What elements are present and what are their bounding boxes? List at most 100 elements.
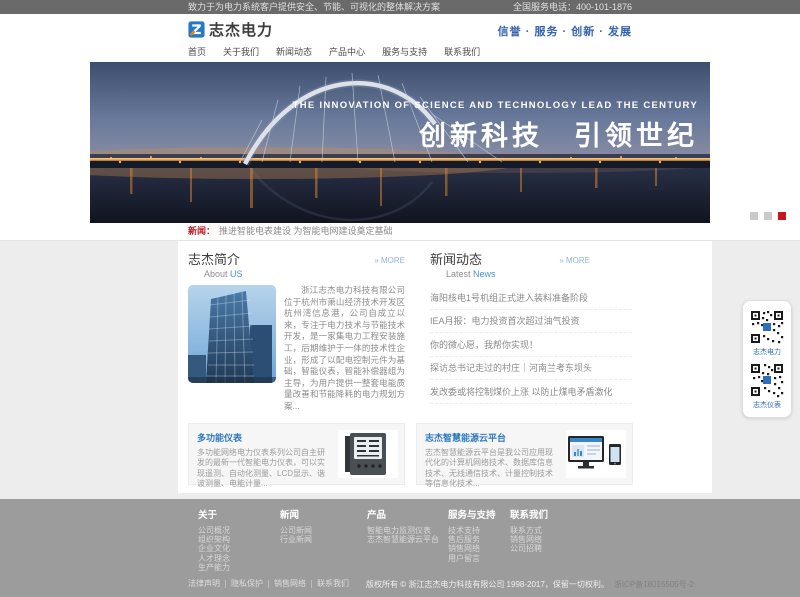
- footer-col-title: 关于: [198, 507, 280, 521]
- main-section: 志杰简介 About US » MORE: [0, 241, 800, 499]
- footer-link[interactable]: 用户留言: [448, 554, 510, 563]
- banner-dot[interactable]: [750, 212, 758, 220]
- nav-item-news[interactable]: 新闻动态: [276, 45, 312, 58]
- footer-link[interactable]: 公司概况: [198, 526, 280, 535]
- about-more-link[interactable]: » MORE: [374, 256, 405, 265]
- main-nav: 首页 关于我们 新闻动态 产品中心 服务与支持 联系我们: [188, 45, 632, 58]
- qr-code: [748, 361, 786, 399]
- nav-item-contact[interactable]: 联系我们: [444, 45, 480, 58]
- footer-link[interactable]: 企业文化: [198, 544, 280, 553]
- qr-item-wechat-power: 志杰电力: [743, 308, 791, 357]
- footer-link[interactable]: 联系方式: [510, 526, 548, 535]
- about-section: 志杰简介 About US » MORE: [188, 249, 405, 413]
- footer-col-title: 产品: [367, 507, 448, 521]
- power-meter-illustration: [338, 430, 398, 478]
- news-subtitle-gray: Latest: [446, 269, 471, 279]
- brand-name: 志杰电力: [209, 19, 273, 40]
- news-ticker: 新闻： 推进智能电表建设 为智能电网建设奠定基础: [0, 223, 800, 241]
- news-list-item[interactable]: 你的微心愿，我帮你实现！: [430, 333, 632, 357]
- news-section: 新闻动态 Latest News » MORE 海阳核电1号机组正式进入装料准备…: [430, 249, 632, 413]
- service-phone: 全国服务电话：400-101-1876: [513, 0, 632, 14]
- nav-item-products[interactable]: 产品中心: [329, 45, 365, 58]
- product-card-cloud-platform[interactable]: 志杰智慧能源云平台 志杰智慧能源云平台是我公司应用现代化的计算机网络技术、数据库…: [416, 423, 633, 485]
- banner-dot-active[interactable]: [778, 212, 786, 220]
- banner-subtitle: THE INNOVATION OF SCIENCE AND TECHNOLOGY…: [293, 100, 698, 111]
- news-more-link[interactable]: » MORE: [559, 256, 590, 265]
- qr-label: 志杰电力: [743, 347, 791, 357]
- logo-icon: [188, 21, 205, 38]
- header: 志杰电力 信誉 · 服务 · 创新 · 发展 首页 关于我们 新闻动态 产品中心…: [0, 14, 800, 62]
- news-list-item[interactable]: IEA月报：电力投资首次超过油气投资: [430, 310, 632, 334]
- about-subtitle-blue: US: [230, 269, 243, 279]
- footer-bottom-bar: 法律声明 隐私保护 销售网络 联系我们 版权所有 © 浙江志杰电力科技有限公司 …: [188, 579, 800, 597]
- page: { "topbar": { "slogan": "致力于为电力系统客户提供安全、…: [0, 0, 800, 573]
- footer-col-contact: 联系我们 联系方式 销售网络 公司招聘: [510, 507, 548, 573]
- hero-banner: THE INNOVATION OF SCIENCE AND TECHNOLOGY…: [0, 62, 800, 223]
- footer-col-products: 产品 智能电力监测仪表 志杰智慧能源云平台: [367, 507, 448, 573]
- meter-product-image: [338, 430, 398, 478]
- qr-label: 志杰仪表: [743, 400, 791, 410]
- footer-link[interactable]: 志杰智慧能源云平台: [367, 535, 448, 544]
- product-desc: 志杰智慧能源云平台是我公司应用现代化的计算机网络技术、数据库信息技术、无线通信技…: [425, 448, 560, 490]
- product-desc: 多功能网络电力仪表系列公司自主研发的最新一代智能电力仪表，可以实现遥测、自动化测…: [197, 448, 332, 490]
- qr-floating-widget: 志杰电力 志杰仪表: [742, 300, 792, 418]
- footer-link[interactable]: 生产能力: [198, 563, 280, 572]
- about-title: 志杰简介: [188, 249, 243, 268]
- bottom-link-legal[interactable]: 法律声明: [188, 580, 226, 588]
- footer-link[interactable]: 销售网络: [510, 535, 548, 544]
- about-subtitle-gray: About: [204, 269, 228, 279]
- footer-col-title: 联系我们: [510, 507, 548, 521]
- content-card: 志杰简介 About US » MORE: [178, 241, 712, 493]
- news-subtitle-blue: News: [473, 269, 496, 279]
- ticker-label: 新闻：: [188, 223, 215, 240]
- bottom-link-privacy[interactable]: 隐私保护: [226, 580, 269, 588]
- footer-col-title: 服务与支持: [448, 507, 510, 521]
- footer-link[interactable]: 组织架构: [198, 535, 280, 544]
- header-slogan: 信誉 · 服务 · 创新 · 发展: [498, 23, 632, 39]
- nav-item-support[interactable]: 服务与支持: [382, 45, 427, 58]
- footer-columns: 关于 公司概况 组织架构 企业文化 人才理念 生产能力 新闻 公司新闻 行业新闻…: [198, 507, 800, 573]
- footer-col-news: 新闻 公司新闻 行业新闻: [280, 507, 367, 573]
- monitor-devices-illustration: [566, 430, 626, 478]
- footer-link[interactable]: 行业新闻: [280, 535, 367, 544]
- footer-link[interactable]: 公司新闻: [280, 526, 367, 535]
- about-subtitle: About US: [204, 269, 243, 279]
- bottom-link-contact[interactable]: 联系我们: [312, 580, 354, 588]
- footer-col-title: 新闻: [280, 507, 367, 521]
- news-subtitle: Latest News: [446, 269, 496, 279]
- qr-item-wechat-meter: 志杰仪表: [743, 361, 791, 410]
- news-list: 海阳核电1号机组正式进入装料准备阶段 IEA月报：电力投资首次超过油气投资 你的…: [430, 286, 632, 404]
- footer: 关于 公司概况 组织架构 企业文化 人才理念 生产能力 新闻 公司新闻 行业新闻…: [0, 499, 800, 597]
- about-body-text: 浙江志杰电力科技有限公司位于杭州市萧山经济技术开发区杭州湾信息港，公司自成立以来…: [284, 285, 405, 413]
- footer-link[interactable]: 公司招聘: [510, 544, 548, 553]
- topbar: 致力于为电力系统客户提供安全、节能、可视化的整体解决方案 全国服务电话：400-…: [0, 0, 800, 14]
- banner-dot[interactable]: [764, 212, 772, 220]
- news-list-item[interactable]: 海阳核电1号机组正式进入装料准备阶段: [430, 286, 632, 310]
- footer-link[interactable]: 智能电力监测仪表: [367, 526, 448, 535]
- nav-item-about[interactable]: 关于我们: [223, 45, 259, 58]
- qr-code: [748, 308, 786, 346]
- icp-number: 浙ICP备18015505号-2: [614, 579, 694, 590]
- banner-image-bridge-night: THE INNOVATION OF SCIENCE AND TECHNOLOGY…: [90, 62, 710, 223]
- bridge-illustration: THE INNOVATION OF SCIENCE AND TECHNOLOGY…: [90, 62, 710, 223]
- footer-link[interactable]: 售后服务: [448, 535, 510, 544]
- news-list-item[interactable]: 发改委或将控制煤价上涨 以防止煤电矛盾激化: [430, 380, 632, 404]
- news-title: 新闻动态: [430, 249, 496, 268]
- product-card-meter[interactable]: 多功能仪表 多功能网络电力仪表系列公司自主研发的最新一代智能电力仪表，可以实现遥…: [188, 423, 405, 485]
- footer-col-support: 服务与支持 技术支持 售后服务 销售网络 用户留言: [448, 507, 510, 573]
- footer-link[interactable]: 技术支持: [448, 526, 510, 535]
- footer-link[interactable]: 人才理念: [198, 554, 280, 563]
- footer-link[interactable]: 销售网络: [448, 544, 510, 553]
- nav-item-home[interactable]: 首页: [188, 45, 206, 58]
- company-building-photo: [188, 285, 276, 383]
- ticker-headline[interactable]: 推进智能电表建设 为智能电网建设奠定基础: [219, 223, 393, 240]
- copyright-text: 版权所有 © 浙江志杰电力科技有限公司 1998-2017，保留一切权利。: [366, 579, 609, 590]
- banner-pagination: [750, 212, 786, 220]
- cloud-platform-product-image: [566, 430, 626, 478]
- topbar-slogan: 致力于为电力系统客户提供安全、节能、可视化的整体解决方案: [188, 0, 440, 14]
- news-list-item[interactable]: 探访总书记走过的村庄｜河南兰考东坝头: [430, 357, 632, 381]
- building-illustration: [188, 285, 276, 383]
- banner-title: 创新科技 引领世纪: [418, 120, 698, 151]
- bottom-link-sales[interactable]: 销售网络: [269, 580, 312, 588]
- footer-col-about: 关于 公司概况 组织架构 企业文化 人才理念 生产能力: [198, 507, 280, 573]
